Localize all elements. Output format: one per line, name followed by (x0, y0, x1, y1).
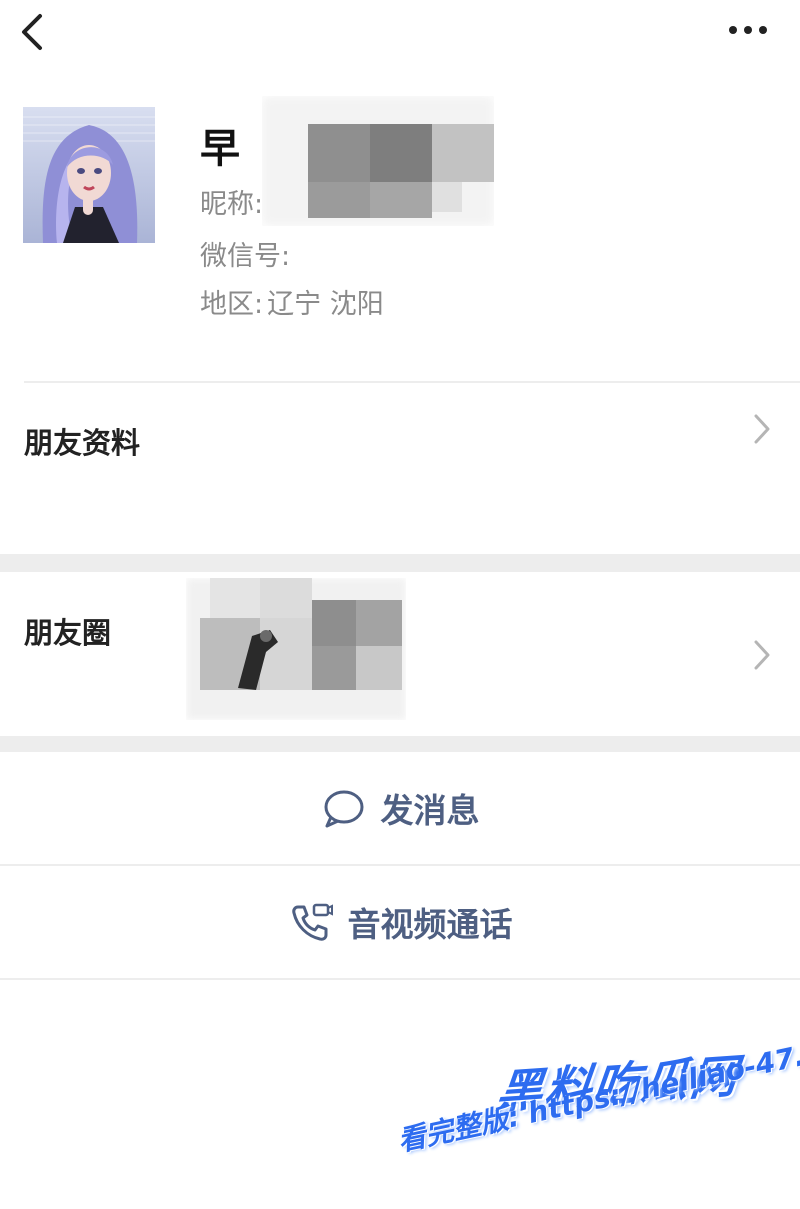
chevron-right-icon (754, 414, 770, 444)
header-divider (24, 381, 800, 383)
phone-video-icon (291, 903, 333, 941)
chevron-right-icon (754, 640, 770, 670)
video-call-button[interactable]: 音视频通话 (0, 866, 800, 978)
chat-bubble-icon (324, 790, 363, 828)
wechat-id-label: 微信号: (200, 241, 291, 272)
region-value: 辽宁 沈阳 (267, 289, 384, 320)
section-gap (0, 736, 800, 752)
moments-thumbnail (186, 578, 406, 720)
avatar-image (23, 107, 155, 243)
send-message-label: 发消息 (380, 791, 480, 830)
more-dots-icon[interactable] (726, 20, 770, 40)
friend-info-row[interactable]: 朋友资料 (0, 384, 800, 554)
send-message-button[interactable]: 发消息 (0, 752, 800, 864)
moments-row[interactable]: 朋友圈 (0, 572, 800, 736)
profile-name: 早 (200, 126, 240, 172)
nickname-label: 昵称: (200, 189, 264, 220)
avatar[interactable] (23, 107, 155, 243)
friend-info-label: 朋友资料 (24, 426, 141, 460)
privacy-mosaic (262, 96, 494, 226)
region-label: 地区: (200, 289, 264, 320)
action-divider (0, 978, 800, 980)
region-line: 地区: 辽宁 沈阳 (200, 282, 384, 321)
video-call-label: 音视频通话 (347, 905, 513, 944)
moments-label: 朋友圈 (24, 616, 112, 650)
top-bar (0, 0, 800, 70)
section-gap (0, 554, 800, 572)
back-arrow-icon[interactable] (14, 12, 50, 52)
